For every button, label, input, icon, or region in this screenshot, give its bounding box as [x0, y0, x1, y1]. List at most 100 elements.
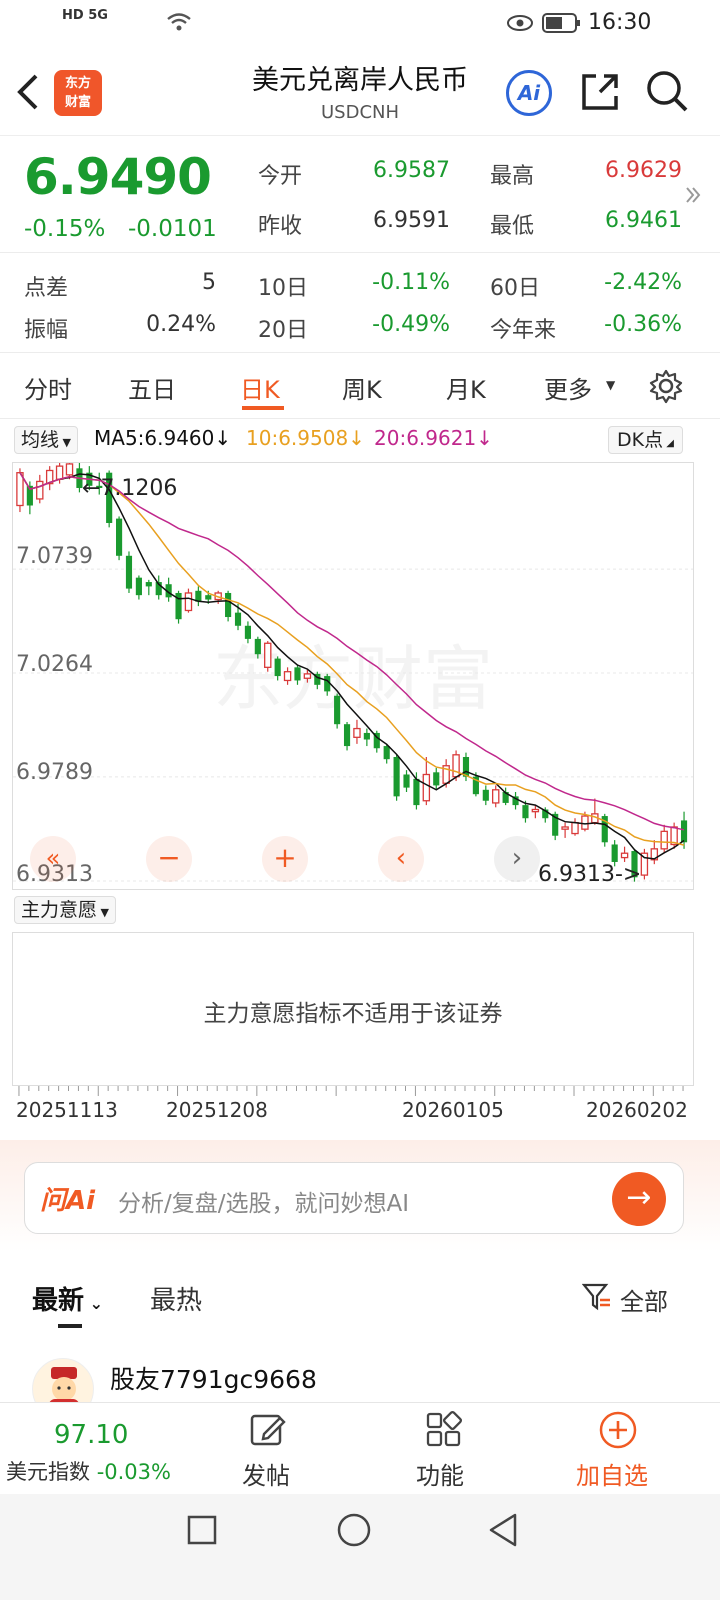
search-icon[interactable] — [644, 68, 690, 114]
y-tick-label: 6.9789 — [16, 760, 93, 785]
signal-icons: HD 5G — [62, 8, 108, 23]
dk-point-button[interactable]: DK点 ◢ — [608, 426, 683, 454]
tab-intraday[interactable]: 分时 — [24, 370, 72, 405]
share-icon[interactable] — [578, 70, 622, 114]
candle-body — [36, 480, 44, 500]
tab-latest[interactable]: 最新 ⌄ — [32, 1280, 103, 1317]
candle-body — [571, 821, 579, 835]
max-price-label: ←7.1206 — [82, 476, 178, 501]
dollar-index-name[interactable]: 美元指数 -0.03% — [6, 1456, 171, 1486]
last-price: 6.9490 — [24, 148, 212, 206]
expand-chevron-icon[interactable] — [684, 184, 702, 206]
high-label: 最高 — [490, 164, 535, 189]
x-date-label: 20260105 — [402, 1098, 504, 1122]
tab-monthly-k[interactable]: 月K — [446, 370, 486, 405]
candle-body — [283, 671, 292, 682]
candle-body — [343, 724, 351, 747]
edit-post-icon[interactable] — [248, 1410, 288, 1450]
candle-body — [274, 658, 281, 677]
open-label: 今开 — [258, 164, 303, 189]
d20-value: -0.49% — [372, 312, 450, 337]
high-value: 6.9629 — [605, 158, 682, 183]
scroll-left-button[interactable]: ‹ — [378, 836, 424, 882]
ai-submit-button[interactable]: → — [612, 1172, 666, 1226]
indicator-selector[interactable]: 主力意愿 ▼ — [14, 896, 116, 924]
home-icon[interactable] — [336, 1512, 372, 1548]
filter-label[interactable]: 全部 — [620, 1282, 668, 1317]
candle-body — [680, 820, 688, 843]
dollar-index-value[interactable]: 97.10 — [54, 1420, 128, 1450]
status-bar: HD 5G 16:30 — [0, 0, 720, 48]
ai-button[interactable]: Ai — [506, 70, 552, 116]
d20-label: 20日 — [258, 318, 308, 343]
candle-body — [581, 815, 589, 830]
candle-body — [353, 727, 361, 738]
zoom-out-button[interactable]: − — [146, 836, 192, 882]
candle-body — [561, 826, 569, 830]
candle-body — [254, 638, 261, 655]
filter-icon[interactable] — [582, 1282, 612, 1312]
candle-body — [393, 756, 400, 797]
wifi-icon — [167, 13, 191, 31]
tab-weekly-k[interactable]: 周K — [342, 370, 382, 405]
candle-body — [116, 518, 123, 556]
tab-daily-k[interactable]: 日K — [240, 370, 280, 405]
change-value: -0.0101 — [128, 216, 217, 242]
candle-body — [413, 778, 420, 806]
post-button-label[interactable]: 发帖 — [242, 1456, 290, 1491]
tab-hot[interactable]: 最热 — [150, 1280, 202, 1317]
x-date-label: 20251113 — [16, 1098, 118, 1122]
x-date-label: 20260202 — [586, 1098, 688, 1122]
change-pct: -0.15% — [24, 216, 106, 242]
d60-label: 60日 — [490, 276, 540, 301]
candle-body — [264, 642, 272, 668]
candle-body — [225, 592, 232, 618]
candle-body — [125, 555, 133, 589]
prev-close-label: 昨收 — [258, 214, 303, 239]
candle-body — [491, 789, 500, 804]
candle-body — [433, 772, 440, 786]
ytd-label: 今年来 — [490, 318, 557, 343]
add-watchlist-label[interactable]: 加自选 — [576, 1456, 648, 1491]
tab-more[interactable]: 更多 — [544, 370, 592, 405]
divider — [0, 418, 720, 419]
ma-selector[interactable]: 均线 ▼ — [14, 426, 78, 454]
x-date-label: 20251208 — [166, 1098, 268, 1122]
candle-body — [234, 612, 242, 626]
d60-value: -2.42% — [604, 270, 682, 295]
ai-logo: 问Ai — [40, 1186, 96, 1216]
y-tick-label: 7.0739 — [16, 544, 93, 569]
spread-label: 点差 — [24, 276, 69, 301]
divider — [0, 252, 720, 253]
functions-grid-icon[interactable] — [424, 1410, 464, 1450]
candle-body — [135, 577, 142, 596]
ai-placeholder: 分析/复盘/选股，就问妙想AI — [118, 1191, 410, 1217]
back-icon[interactable] — [14, 72, 42, 112]
ytd-value: -0.36% — [604, 312, 682, 337]
brand-logo[interactable]: 东方 财富 — [54, 70, 102, 116]
page-subtitle: USDCNH — [320, 102, 400, 123]
kline-chart[interactable]: 东方财富 — [12, 462, 694, 890]
scroll-start-button[interactable]: « — [30, 836, 76, 882]
candle-body — [620, 852, 629, 859]
functions-label[interactable]: 功能 — [416, 1456, 464, 1491]
candle-body — [422, 773, 431, 802]
amplitude-label: 振幅 — [24, 318, 69, 343]
candle-body — [363, 732, 370, 740]
candle-body — [65, 463, 74, 476]
post-author[interactable]: 股友7791gc9668 — [110, 1360, 317, 1396]
scroll-right-button[interactable]: › — [494, 836, 540, 882]
tab-five-day[interactable]: 五日 — [128, 370, 176, 405]
ma20-value: 20:6.9621↓ — [374, 426, 493, 450]
d10-label: 10日 — [258, 276, 308, 301]
recent-apps-icon[interactable] — [186, 1514, 218, 1546]
zoom-in-button[interactable]: + — [262, 836, 308, 882]
battery-icon — [542, 13, 580, 33]
add-watchlist-icon[interactable] — [598, 1410, 638, 1450]
page-title: 美元兑离岸人民币 — [252, 65, 468, 96]
back-nav-icon[interactable] — [486, 1512, 520, 1548]
prev-close-value: 6.9591 — [373, 208, 450, 233]
settings-gear-icon[interactable] — [648, 368, 684, 404]
kline-svg: 东方财富 — [13, 463, 693, 882]
tab-active-underline — [242, 406, 284, 410]
